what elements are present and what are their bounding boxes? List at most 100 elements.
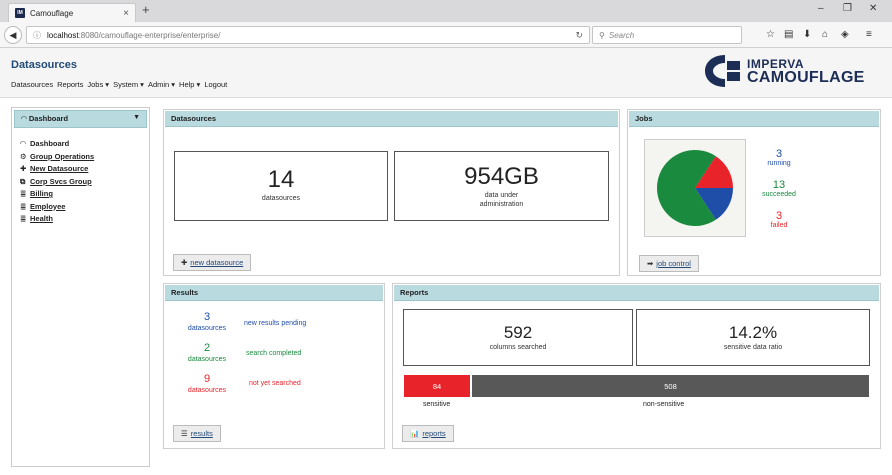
sidebar-item-corp-svcs-group[interactable]: ⧉ Corp Svcs Group — [20, 176, 94, 189]
jobs-panel-title: Jobs — [629, 111, 879, 127]
browser-tab-bar: IM Camouflage × + – ❐ ✕ — [0, 0, 892, 22]
hamburger-menu-icon[interactable]: ≡ — [866, 29, 872, 40]
sidebar-item-label: Corp Svcs Group — [30, 176, 92, 186]
reload-icon[interactable]: ↻ — [575, 30, 583, 41]
group-icon: ⧉ — [20, 176, 26, 186]
columns-searched-box: 592 columns searched — [403, 309, 633, 366]
close-window-icon[interactable]: ✕ — [869, 3, 877, 14]
sidebar-title: Dashboard — [28, 114, 69, 123]
close-tab-icon[interactable]: × — [123, 8, 129, 19]
results-completed-message: search completed — [246, 350, 302, 357]
url-host: localhost — [47, 30, 79, 40]
browser-tab[interactable]: IM Camouflage × — [8, 3, 136, 22]
datasources-count-box: 14 datasources — [174, 151, 388, 221]
menu-logout[interactable]: Logout — [204, 80, 227, 89]
sidebar-item-group-operations[interactable]: ⚙ Group Operations — [20, 151, 94, 164]
job-control-button[interactable]: ➡ job control — [639, 255, 699, 272]
sidebar-item-label: Billing — [30, 189, 53, 198]
gauge-icon: ◠ — [20, 139, 26, 148]
plus-icon: ✚ — [181, 258, 188, 267]
non-sensitive-caption: non-sensitive — [643, 401, 685, 408]
results-button[interactable]: ☰ results — [173, 425, 221, 442]
results-unsearched-message: not yet searched — [249, 380, 301, 387]
sensitive-caption: sensitive — [423, 401, 451, 408]
columns-searched-label: columns searched — [489, 344, 547, 351]
restore-icon[interactable]: ❐ — [843, 3, 852, 14]
info-icon[interactable]: ⓘ — [33, 30, 41, 41]
menu-system[interactable]: System ▾ — [113, 80, 144, 89]
jobs-succeeded-label: succeeded — [762, 191, 796, 198]
gauge-icon: ◠ — [21, 114, 29, 123]
back-arrow-icon[interactable]: ◀ — [4, 26, 22, 44]
reading-list-icon[interactable]: ▤ — [784, 29, 793, 40]
sidebar-item-label: New Datasource — [30, 164, 89, 173]
jobs-failed-stat: 3 failed — [749, 210, 809, 229]
sidebar-item-health[interactable]: ≣ Health — [20, 213, 94, 226]
database-icon: ≣ — [20, 214, 27, 223]
tab-title: Camouflage — [30, 8, 74, 18]
results-unsearched-unit: datasources — [187, 387, 227, 394]
menu-jobs[interactable]: Jobs ▾ — [87, 80, 109, 89]
menu-admin[interactable]: Admin ▾ — [148, 80, 175, 89]
new-tab-icon[interactable]: + — [142, 2, 150, 17]
sidebar-item-employee[interactable]: ≣ Employee — [20, 201, 94, 214]
reports-panel: Reports — [392, 283, 881, 449]
minimize-icon[interactable]: – — [818, 3, 824, 14]
search-icon: ⚲ — [599, 30, 605, 40]
sidebar-item-label: Dashboard — [30, 139, 70, 148]
sensitive-ratio-box: 14.2% sensitive data ratio — [636, 309, 870, 366]
gears-icon: ⚙ — [20, 151, 27, 161]
top-menu: Datasources Reports Jobs ▾ System ▾ Admi… — [11, 80, 227, 89]
browser-nav-bar: ◀ ⓘ localhost:8080/camouflage-enterprise… — [0, 22, 892, 48]
sidebar-dashboard-dropdown[interactable]: ◠ Dashboard ▼ — [14, 110, 147, 128]
imperva-logo-icon — [705, 55, 740, 87]
sidebar-item-billing[interactable]: ≣ Billing — [20, 188, 94, 201]
jobs-succeeded-stat: 13 succeeded — [749, 179, 809, 198]
sidebar-item-new-datasource[interactable]: ✚ New Datasource — [20, 163, 94, 176]
sidebar-item-dashboard[interactable]: ◠ Dashboard — [20, 138, 94, 151]
pocket-icon[interactable]: ◈ — [841, 29, 849, 40]
download-icon[interactable]: ⬇ — [803, 29, 811, 40]
results-pending-unit: datasources — [187, 325, 227, 332]
jobs-pie-chart-frame — [644, 139, 746, 237]
logo-text-camouflage: CAMOUFLAGE — [747, 69, 865, 86]
bookmark-star-icon[interactable]: ☆ — [766, 29, 775, 40]
menu-help[interactable]: Help ▾ — [179, 80, 200, 89]
arrow-right-icon: ➡ — [647, 259, 654, 268]
sensitive-bar: 84 — [404, 375, 470, 397]
url-bar[interactable]: ⓘ localhost:8080/camouflage-enterprise/e… — [26, 26, 590, 44]
sensitive-ratio-value: 14.2% — [728, 323, 778, 342]
imperva-favicon-icon: IM — [15, 8, 25, 18]
menu-datasources[interactable]: Datasources — [11, 80, 53, 89]
reports-panel-title: Reports — [394, 285, 879, 301]
page-header: Datasources Datasources Reports Jobs ▾ S… — [0, 48, 892, 98]
database-icon: ≣ — [20, 201, 27, 211]
reports-button[interactable]: 📊 reports — [402, 425, 454, 442]
menu-reports[interactable]: Reports — [57, 80, 83, 89]
sidebar-list: ◠ Dashboard ⚙ Group Operations ✚ New Dataso… — [20, 138, 94, 226]
data-size-label-1: data under — [484, 192, 519, 199]
list-icon: ☰ — [181, 429, 188, 438]
data-size: 954GB — [464, 163, 539, 190]
sidebar-item-label: Health — [30, 214, 53, 223]
browser-search-input[interactable]: ⚲ Search — [592, 26, 742, 44]
home-icon[interactable]: ⌂ — [822, 29, 828, 40]
jobs-running-value: 3 — [775, 148, 783, 160]
datasources-panel-title: Datasources — [165, 111, 618, 127]
data-size-box: 954GB data under administration — [394, 151, 609, 221]
datasources-count: 14 — [267, 166, 295, 193]
data-size-label-2: administration — [479, 201, 524, 208]
jobs-pie-chart — [657, 150, 733, 226]
results-completed-value: 2 — [203, 342, 211, 354]
new-datasource-button[interactable]: ✚ new datasource — [173, 254, 252, 271]
imperva-camouflage-logo: IMPERVA CAMOUFLAGE — [703, 53, 883, 89]
plus-icon: ✚ — [20, 164, 27, 173]
search-placeholder: Search — [608, 30, 635, 40]
results-unsearched-value: 9 — [203, 373, 211, 385]
results-pending-message: new results pending — [244, 320, 307, 327]
jobs-running-stat: 3 running — [749, 148, 809, 167]
page-title: Datasources — [11, 59, 78, 71]
results-pending-value: 3 — [203, 311, 211, 323]
sidebar-item-label: Employee — [30, 201, 66, 211]
caret-down-icon: ▼ — [133, 114, 140, 121]
